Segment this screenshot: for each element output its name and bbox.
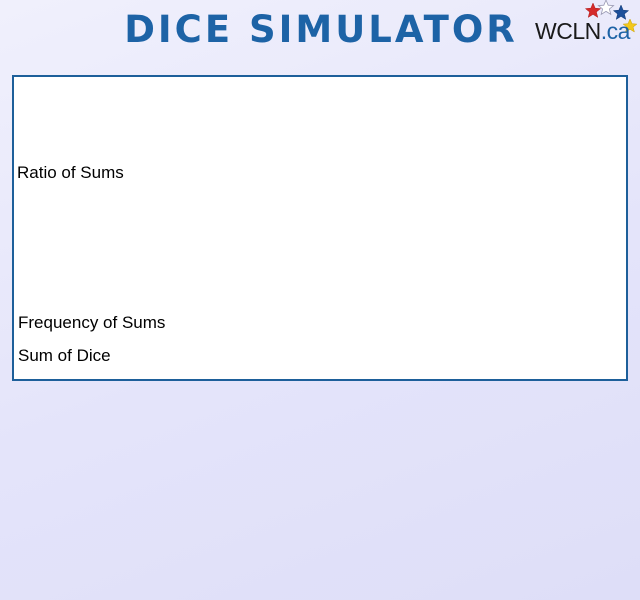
wcln-logo[interactable]: WCLN.ca (532, 0, 640, 46)
red-star-icon (584, 2, 602, 18)
logo-name: WCLN (535, 18, 601, 44)
sum-of-dice-label: Sum of Dice (18, 346, 111, 365)
frequency-of-sums-label: Frequency of Sums (18, 313, 166, 332)
wcln-logo-text: WCLN.ca (535, 17, 630, 45)
ratio-of-sums-label: Ratio of Sums (17, 163, 124, 182)
logo-domain: .ca (600, 18, 631, 44)
white-star-icon (597, 0, 615, 16)
chart-panel: Ratio of Sums Frequency of Sums Sum of D… (12, 75, 628, 381)
